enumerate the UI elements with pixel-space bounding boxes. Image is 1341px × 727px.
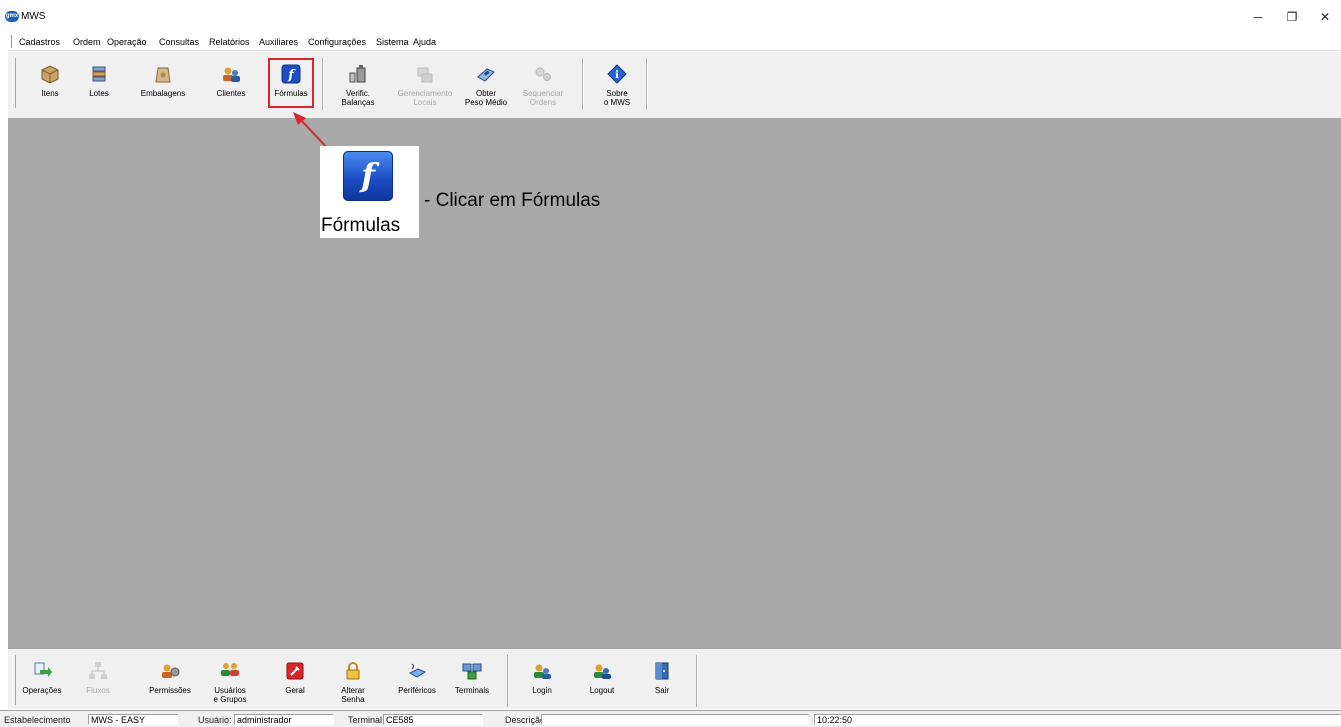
terminais-button[interactable]: Terminais	[447, 652, 497, 710]
permissoes-button[interactable]: Permissões	[145, 652, 195, 710]
annotation-arrow	[293, 112, 334, 155]
logout-button[interactable]: Logout	[577, 652, 627, 710]
sair-button[interactable]: Sair	[637, 652, 687, 710]
operacoes-label: Operações	[22, 686, 62, 695]
usuarios-grupos-button[interactable]: Usuários e Grupos	[205, 652, 255, 710]
descricao-label: Descrição	[505, 715, 546, 725]
logout-icon	[594, 664, 611, 679]
descricao-value	[541, 714, 809, 725]
toolbar-separator	[696, 655, 698, 707]
clock: 10:22:50	[814, 714, 1341, 725]
callout-formulas: f Fórmulas	[320, 146, 419, 238]
status-bar: Estabelecimento MWS - EASY Usuário: admi…	[0, 710, 1341, 727]
permissoes-label: Permissões	[149, 686, 191, 695]
formula-large-icon: f	[343, 151, 393, 201]
sair-label: Sair	[654, 686, 670, 695]
flow-icon	[89, 662, 107, 679]
alterar-senha-button[interactable]: Alterar Senha	[328, 652, 378, 710]
perifericos-button[interactable]: Periféricos	[392, 652, 442, 710]
estabelecimento-value: MWS - EASY	[88, 714, 178, 725]
bottom-toolbar: Operações Fluxos Permissões Usuários e G…	[8, 648, 1341, 709]
lock-icon	[346, 662, 360, 680]
login-label: Login	[532, 686, 552, 695]
exit-door-icon	[655, 662, 669, 680]
callout-icon-label: Fórmulas	[321, 215, 401, 236]
operations-icon	[34, 662, 52, 677]
alterar-senha-label: Alterar Senha	[341, 686, 365, 704]
permissions-icon	[162, 664, 180, 678]
peripherals-icon	[408, 663, 427, 678]
geral-button[interactable]: Geral	[270, 652, 320, 710]
fluxos-label: Fluxos	[86, 686, 110, 695]
terminal-label: Terminal	[348, 715, 383, 725]
geral-label: Geral	[285, 686, 305, 695]
user-group-icon	[221, 663, 239, 676]
estabelecimento-label: Estabelecimento	[4, 715, 71, 725]
callout-instruction: - Clicar em Fórmulas	[424, 190, 601, 211]
fluxos-button[interactable]: Fluxos	[73, 652, 123, 710]
login-icon	[534, 664, 551, 679]
settings-red-icon	[286, 662, 304, 680]
toolbar-separator	[507, 655, 509, 707]
operacoes-button[interactable]: Operações	[17, 652, 67, 710]
formula-large-letter: f	[361, 156, 375, 194]
perifericos-label: Periféricos	[398, 686, 436, 695]
terminals-icon	[462, 663, 482, 680]
logout-label: Logout	[589, 686, 615, 695]
usuario-label: Usuário:	[198, 715, 232, 725]
usuario-value: administrador	[234, 714, 334, 725]
terminais-label: Terminais	[454, 686, 490, 695]
toolbar-grip	[12, 655, 16, 705]
login-button[interactable]: Login	[517, 652, 567, 710]
usuarios-grupos-label: Usuários e Grupos	[213, 686, 247, 704]
terminal-value: CE585	[383, 714, 483, 725]
